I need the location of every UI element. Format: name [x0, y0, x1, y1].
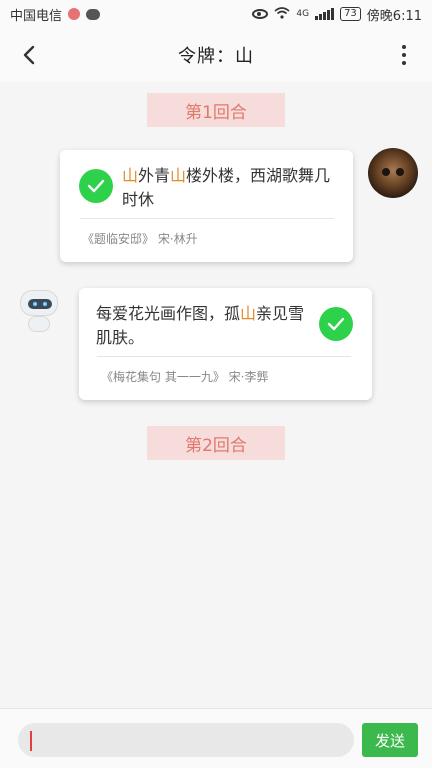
verse-source: 《题临安邸》 宋·林升	[82, 232, 198, 246]
wifi-icon	[274, 6, 290, 22]
eye-comfort-icon	[252, 9, 269, 19]
correct-check-icon	[79, 169, 113, 203]
page-title: 令牌：山	[178, 46, 254, 67]
round-banner-1: 第1回合	[147, 93, 285, 127]
carrier-label: 中国电信	[10, 8, 63, 24]
message-icon	[86, 8, 101, 20]
app-header: 令牌：山	[0, 28, 432, 82]
user-avatar[interactable]	[368, 148, 418, 198]
verse-input[interactable]	[18, 723, 354, 757]
send-button[interactable]: 发送	[362, 723, 418, 757]
battery-level: 73	[340, 7, 361, 21]
verse-source: 《梅花集句 其一一九》 宋·李龏	[101, 370, 269, 384]
divider	[80, 218, 334, 219]
verse-text: 每爱花光画作图，孤山亲见雪肌肤。	[96, 304, 305, 347]
verse-text: 山外青山楼外楼，西湖歌舞几时休	[122, 166, 331, 209]
chevron-left-icon	[23, 45, 35, 65]
input-bar: 发送	[0, 708, 432, 768]
back-button[interactable]	[16, 41, 44, 69]
network-type: 4G	[296, 9, 310, 19]
round-banner-2: 第2回合	[147, 426, 285, 460]
clock: 傍晚6:11	[366, 8, 422, 24]
bot-avatar[interactable]	[18, 288, 60, 336]
correct-check-icon	[319, 307, 353, 341]
status-bar: 中国电信 4G 73 傍晚6:11	[0, 0, 432, 28]
divider	[97, 356, 351, 357]
message-card-bot: 每爱花光画作图，孤山亲见雪肌肤。 《梅花集句 其一一九》 宋·李龏	[79, 288, 372, 400]
signal-icon	[315, 8, 335, 20]
more-options-button[interactable]	[394, 41, 414, 69]
more-vertical-icon	[402, 45, 406, 49]
notification-badge-icon	[68, 8, 81, 20]
robot-icon	[28, 299, 52, 309]
message-card-user: 山外青山楼外楼，西湖歌舞几时休 《题临安邸》 宋·林升	[60, 150, 353, 262]
text-cursor	[30, 731, 32, 751]
